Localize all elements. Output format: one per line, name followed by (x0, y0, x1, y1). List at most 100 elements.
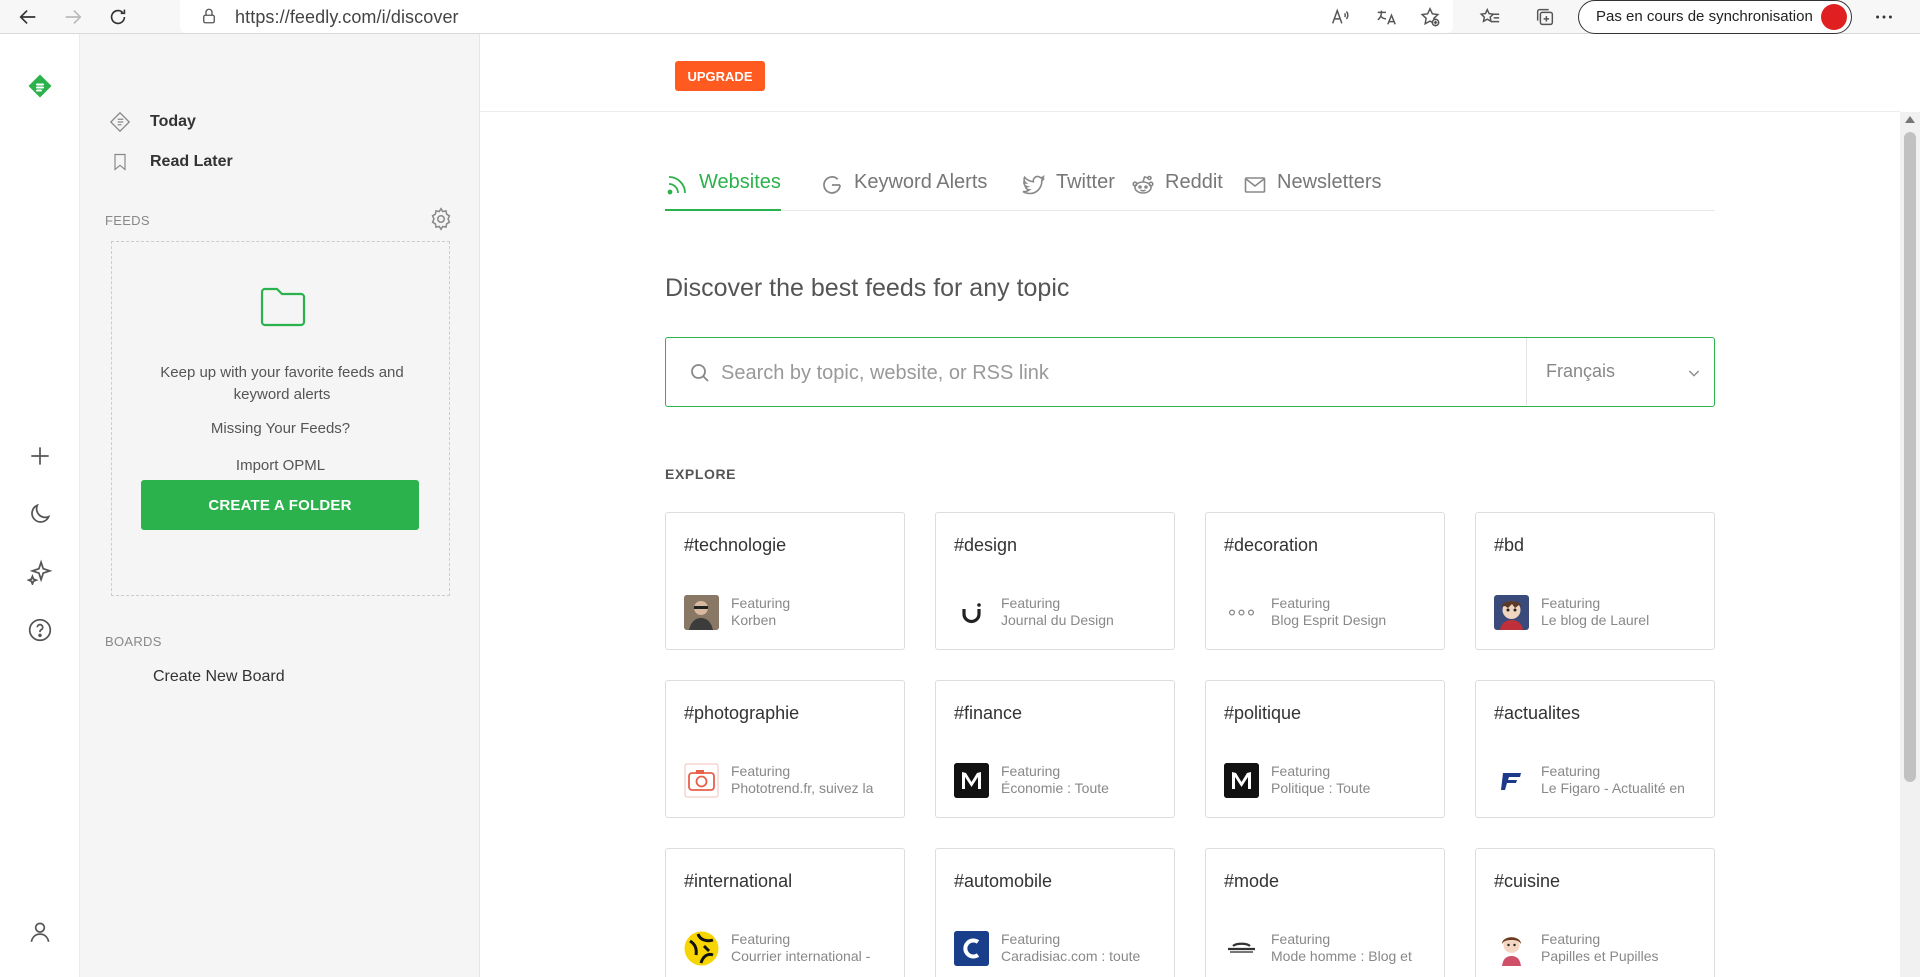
topic-tag: #design (954, 535, 1018, 555)
collections-button[interactable] (1527, 0, 1563, 33)
create-folder-button[interactable]: CREATE A FOLDER (141, 480, 419, 530)
featuring-label: Featuring (1271, 595, 1331, 611)
topic-card-decoration[interactable]: #decoration Featuring Blog Esprit Design (1205, 512, 1445, 650)
topic-tag: #actualites (1494, 703, 1581, 723)
create-board-link[interactable]: Create New Board (153, 668, 285, 686)
topic-card-finance[interactable]: #finance Featuring Économie : Toute (935, 680, 1175, 818)
sync-profile-button[interactable]: Pas en cours de synchronisation (1578, 0, 1852, 34)
account-button[interactable] (22, 914, 58, 950)
source-name: Blog Esprit Design (1271, 612, 1387, 628)
language-select[interactable]: Français (1546, 361, 1615, 382)
tab-websites[interactable]: Websites (665, 159, 781, 211)
topic-card-mode[interactable]: #mode Featuring Mode homme : Blog et (1205, 848, 1445, 977)
phototrend-logo (684, 763, 719, 798)
favorites-button[interactable] (1472, 0, 1508, 33)
read-aloud-icon (1331, 7, 1349, 24)
more-menu-button[interactable] (1866, 0, 1902, 33)
night-mode-button[interactable] (22, 496, 58, 532)
topic-card-design[interactable]: #design Featuring Journal du Design (935, 512, 1175, 650)
back-arrow-icon (19, 9, 36, 24)
tab-keyword-alerts-label: Keyword Alerts (854, 171, 988, 193)
scroll-up-arrow-icon[interactable] (1905, 116, 1915, 123)
topic-tag: #finance (954, 703, 1023, 723)
featuring-label: Featuring (1541, 931, 1601, 947)
empty-feeds-text: Keep up with your favorite feeds and key… (160, 364, 404, 403)
read-aloud-button[interactable] (1322, 0, 1358, 33)
discover-search-box: Français (665, 337, 1715, 407)
featuring-label: Featuring (731, 931, 791, 947)
topic-tag: #mode (1224, 871, 1280, 891)
sync-status-label: Pas en cours de synchronisation (1596, 8, 1813, 25)
featuring-label: Featuring (1271, 763, 1331, 779)
boards-section-label: BOARDS (105, 634, 162, 649)
rss-icon (667, 176, 686, 195)
left-sidebar: Today Read Later FEEDS Keep up with your… (80, 34, 480, 977)
feeds-section-label: FEEDS (105, 213, 150, 228)
topic-tag: #technologie (684, 535, 787, 555)
profile-avatar (1821, 4, 1847, 30)
upgrade-button[interactable]: UPGRADE (675, 61, 765, 91)
translate-button[interactable] (1368, 0, 1404, 33)
browser-toolbar: https://feedly.com/i/discover Pas en cou… (0, 0, 1920, 34)
chevron-down-icon[interactable] (1686, 365, 1702, 381)
favorites-icon (1479, 7, 1500, 23)
reload-button[interactable] (100, 0, 136, 33)
source-tabs: Websites Keyword Alerts Twitter Reddit N… (665, 159, 1715, 211)
add-favorite-button[interactable] (1412, 0, 1448, 33)
topic-tag: #decoration (1224, 535, 1319, 555)
back-button[interactable] (10, 0, 46, 33)
collections-icon (1536, 8, 1554, 25)
empty-feeds-box: Keep up with your favorite feeds and key… (111, 241, 450, 596)
source-name: Mode homme : Blog et (1271, 948, 1412, 964)
tab-keyword-alerts[interactable]: Keyword Alerts (820, 159, 987, 211)
le-figaro-logo (1494, 763, 1529, 798)
translate-icon (1377, 10, 1396, 25)
add-icon (31, 447, 49, 465)
gear-icon[interactable] (428, 206, 454, 232)
topic-card-actualites[interactable]: #actualites Featuring Le Figaro - Actual… (1475, 680, 1715, 818)
bookmark-icon (108, 150, 132, 174)
topic-card-automobile[interactable]: #automobile Featuring Caradisiac.com : t… (935, 848, 1175, 977)
source-name: Le Figaro - Actualité en (1541, 780, 1685, 796)
topic-tag: #bd (1494, 535, 1525, 555)
help-button[interactable] (22, 612, 58, 648)
reddit-icon (1132, 175, 1154, 194)
forward-button[interactable] (55, 0, 91, 33)
feedly-logo[interactable] (22, 68, 58, 104)
tab-newsletters[interactable]: Newsletters (1243, 159, 1381, 211)
blog-esprit-design-logo (1224, 595, 1259, 630)
ai-features-button[interactable] (22, 554, 58, 590)
tab-twitter[interactable]: Twitter (1022, 159, 1115, 211)
google-icon (823, 176, 841, 194)
scrollbar-thumb[interactable] (1904, 132, 1916, 782)
import-opml-link[interactable]: Import OPML (111, 457, 450, 474)
missing-feeds-link[interactable]: Missing Your Feeds? (111, 420, 450, 437)
topic-card-politique[interactable]: #politique Featuring Politique : Toute (1205, 680, 1445, 818)
today-label: Today (150, 113, 196, 130)
read-later-label: Read Later (150, 153, 233, 170)
papilles-et-pupilles-avatar (1494, 931, 1529, 966)
sidebar-item-today[interactable]: Today (108, 108, 196, 136)
folder-icon (260, 287, 306, 327)
topic-card-international[interactable]: #international Featuring Courrier intern… (665, 848, 905, 977)
search-icon (691, 364, 709, 382)
add-content-button[interactable] (22, 438, 58, 474)
sidebar-item-read-later[interactable]: Read Later (108, 148, 233, 176)
topic-tag: #politique (1224, 703, 1302, 723)
explore-label: EXPLORE (665, 466, 737, 482)
topic-card-cuisine[interactable]: #cuisine Featuring Papilles et Pupilles (1475, 848, 1715, 977)
topic-card-photographie[interactable]: #photographie Featuring Phototrend.fr, s… (665, 680, 905, 818)
forward-arrow-icon (65, 9, 82, 24)
mail-icon (1244, 177, 1266, 193)
tab-reddit[interactable]: Reddit (1131, 159, 1223, 211)
search-input[interactable] (721, 356, 1501, 390)
address-bar[interactable]: https://feedly.com/i/discover (180, 0, 1453, 33)
featuring-label: Featuring (1001, 931, 1061, 947)
topic-card-bd[interactable]: #bd Featuring Le blog de Laurel (1475, 512, 1715, 650)
topic-card-technologie[interactable]: #technologie Featuring Korben (665, 512, 905, 650)
featuring-label: Featuring (1541, 763, 1601, 779)
page-scrollbar[interactable] (1900, 112, 1920, 977)
source-name: Le blog de Laurel (1541, 612, 1650, 628)
featuring-label: Featuring (1001, 763, 1061, 779)
search-divider (1526, 338, 1527, 405)
